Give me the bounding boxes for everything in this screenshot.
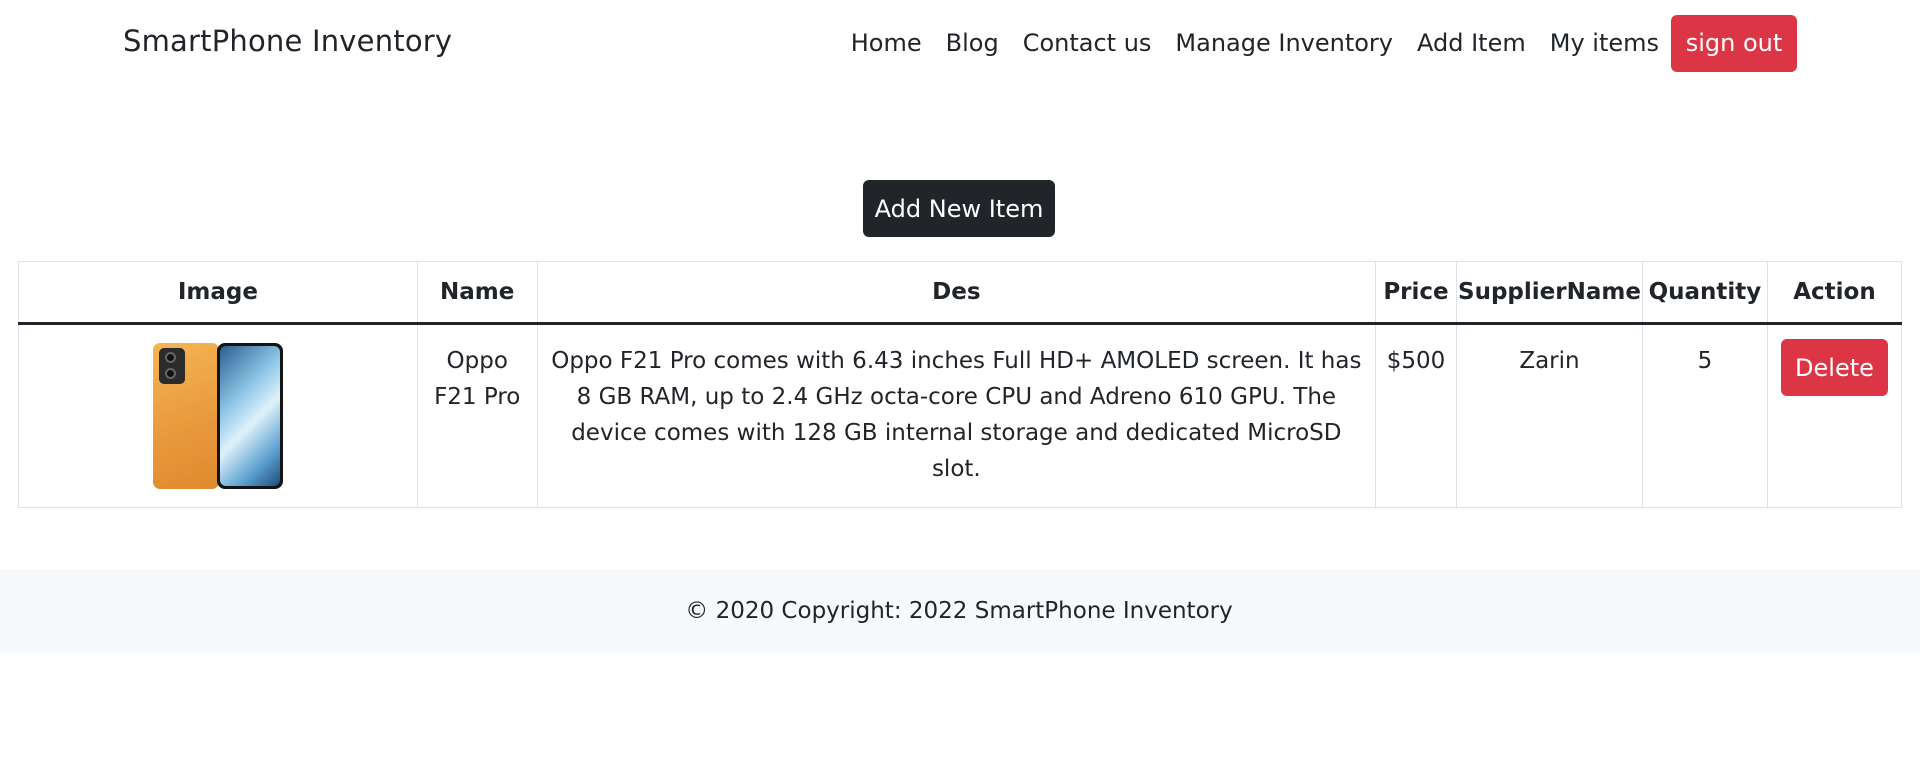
product-description-cell: Oppo F21 Pro comes with 6.43 inches Full… [536, 323, 1377, 508]
nav-links: Home Blog Contact us Manage Inventory Ad… [851, 0, 1920, 86]
product-action-cell: Delete [1766, 323, 1903, 508]
footer-copyright: © 2020 Copyright: 2022 SmartPhone Invent… [685, 598, 1233, 624]
nav-link-blog[interactable]: Blog [946, 29, 999, 57]
phone-image [152, 343, 283, 489]
table-header-row: Image Name Des Price SupplierName Quanti… [18, 261, 1903, 325]
add-new-item-button[interactable]: Add New Item [863, 180, 1055, 237]
phone-back-image [152, 343, 219, 489]
column-header-quantity: Quantity [1641, 261, 1768, 325]
column-header-des: Des [536, 261, 1377, 325]
column-header-name: Name [416, 261, 538, 325]
footer: © 2020 Copyright: 2022 SmartPhone Invent… [0, 569, 1920, 653]
nav-link-manage-inventory[interactable]: Manage Inventory [1175, 29, 1393, 57]
nav-link-contact-us[interactable]: Contact us [1023, 29, 1152, 57]
navbar: SmartPhone Inventory Home Blog Contact u… [0, 0, 1920, 86]
product-supplier-cell: Zarin [1455, 323, 1643, 508]
sign-out-button[interactable]: sign out [1671, 14, 1797, 72]
table-row: Oppo F21 Pro Oppo F21 Pro comes with 6.4… [18, 323, 1903, 508]
column-header-price: Price [1375, 261, 1457, 325]
column-header-supplier-name: SupplierName [1455, 261, 1643, 325]
phone-front-image [216, 343, 283, 489]
nav-link-my-items[interactable]: My items [1550, 29, 1659, 57]
inventory-table: Image Name Des Price SupplierName Quanti… [18, 261, 1903, 508]
delete-button[interactable]: Delete [1780, 339, 1888, 396]
product-name-cell: Oppo F21 Pro [416, 323, 538, 508]
product-image-cell [18, 323, 418, 508]
nav-link-add-item[interactable]: Add Item [1417, 29, 1526, 57]
product-price-cell: $500 [1375, 323, 1457, 508]
column-header-action: Action [1766, 261, 1903, 325]
product-quantity-cell: 5 [1641, 323, 1768, 508]
brand-logo[interactable]: SmartPhone Inventory [123, 24, 452, 58]
column-header-image: Image [18, 261, 418, 325]
nav-link-home[interactable]: Home [851, 29, 922, 57]
inventory-table-container: Image Name Des Price SupplierName Quanti… [18, 261, 1903, 508]
camera-icon [158, 348, 185, 384]
add-item-container: Add New Item [0, 180, 1920, 237]
